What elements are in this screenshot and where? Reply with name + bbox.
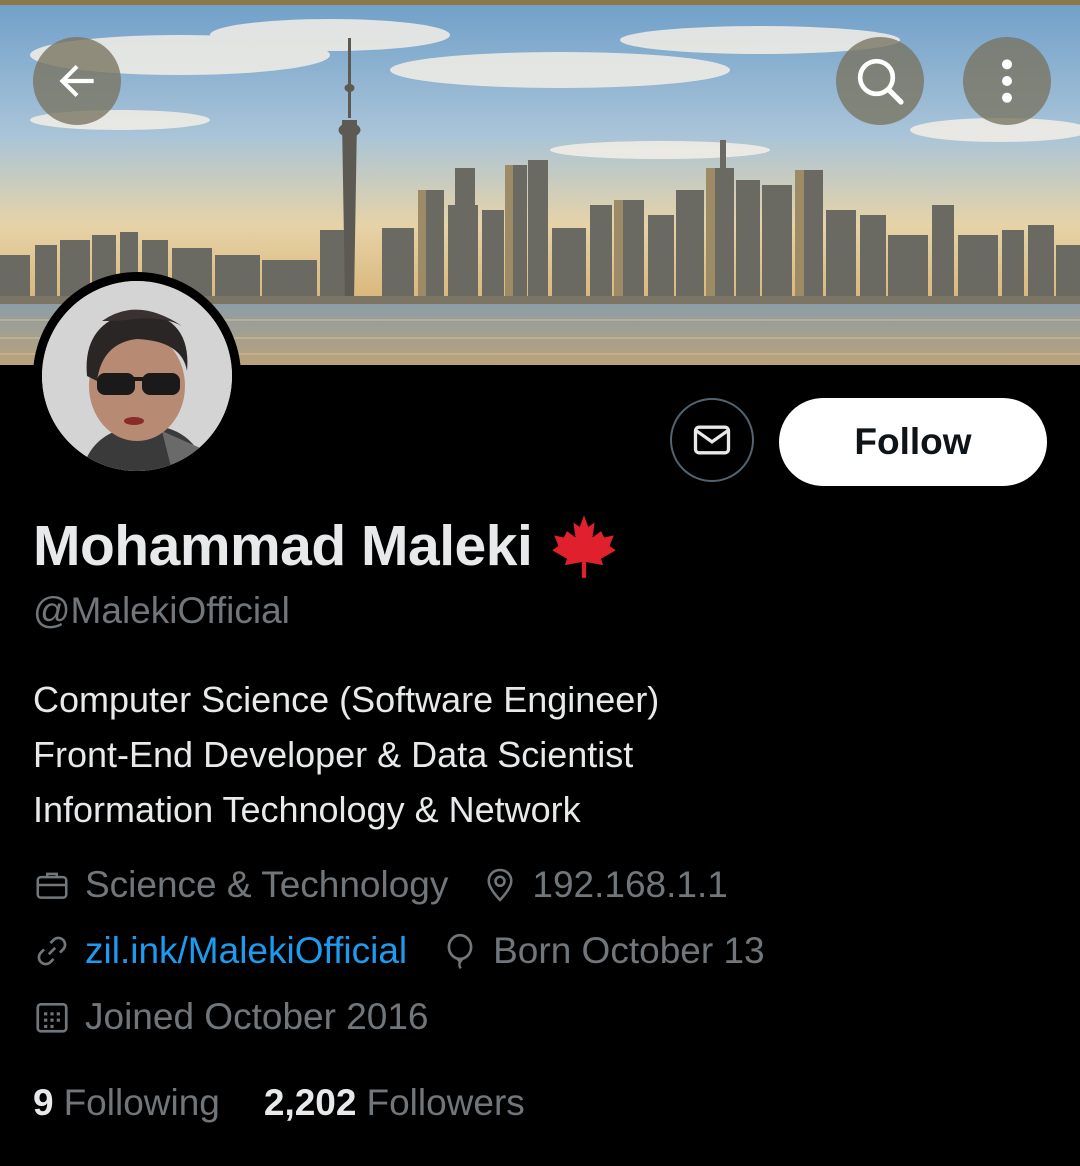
bio-line: Front-End Developer & Data Scientist <box>33 734 634 775</box>
profile-category: Science & Technology <box>33 864 448 906</box>
website-link[interactable]: zil.ink/MalekiOfficial <box>85 930 407 972</box>
category-text: Science & Technology <box>85 864 449 905</box>
message-button[interactable] <box>670 398 754 482</box>
birthday-text: Born October 13 <box>493 930 765 971</box>
location-pin-icon <box>487 868 513 902</box>
bio-line: Information Technology & Network <box>33 789 581 830</box>
following-count: 9 <box>33 1082 54 1123</box>
profile-website[interactable]: zil.ink/MalekiOfficial <box>33 930 407 972</box>
followers-count: 2,202 <box>263 1082 357 1123</box>
following-label: Following <box>63 1082 220 1123</box>
profile-bio: Computer Science (Software Engineer) Fro… <box>33 672 659 837</box>
search-button[interactable] <box>836 37 924 125</box>
calendar-icon <box>36 1002 68 1033</box>
follow-button[interactable]: Follow <box>779 398 1047 486</box>
profile-location: 192.168.1.1 <box>482 864 728 906</box>
followers-label: Followers <box>366 1082 525 1123</box>
location-text: 192.168.1.1 <box>532 864 728 905</box>
briefcase-icon <box>36 872 68 899</box>
more-vertical-icon <box>1002 59 1012 103</box>
more-options-button[interactable] <box>963 37 1051 125</box>
profile-stats: 9 Following 2,202 Followers <box>33 1082 569 1124</box>
joined-text: Joined October 2016 <box>85 996 429 1037</box>
profile-birthday: Born October 13 <box>441 930 765 972</box>
search-icon <box>857 58 904 105</box>
profile-name-row: Mohammad Maleki <box>33 512 618 580</box>
maple-leaf-icon <box>552 515 617 578</box>
profile-joined: Joined October 2016 <box>33 996 429 1038</box>
profile-meta-row: Science & Technology 192.168.1.1 <box>33 864 762 906</box>
profile-meta-row: Joined October 2016 <box>33 996 463 1038</box>
following-stat[interactable]: 9 Following <box>33 1082 220 1124</box>
back-button[interactable] <box>33 37 121 125</box>
envelope-icon <box>693 425 731 455</box>
display-name: Mohammad Maleki <box>33 514 533 578</box>
profile-handle: @MalekiOfficial <box>33 590 290 631</box>
balloon-icon <box>447 933 473 970</box>
profile-meta-row: zil.ink/MalekiOfficial Born October 13 <box>33 930 799 972</box>
link-icon <box>37 936 67 966</box>
followers-stat[interactable]: 2,202 Followers <box>264 1082 525 1124</box>
arrow-left-icon <box>59 64 94 98</box>
avatar-image <box>42 281 232 471</box>
bio-line: Computer Science (Software Engineer) <box>33 679 660 720</box>
avatar[interactable] <box>33 272 241 480</box>
